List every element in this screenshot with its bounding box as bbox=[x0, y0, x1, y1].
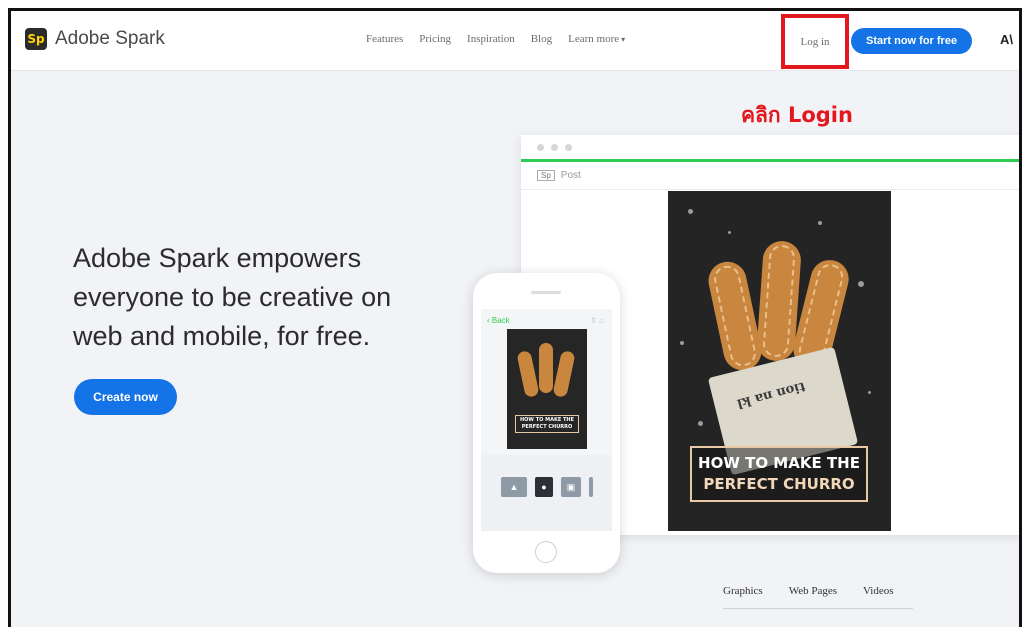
phone-screen: ‹ Back ⇪ ⌂ HOW TO MAKE THE PERFECT CHURR… bbox=[481, 309, 612, 531]
browser-frame: Sp Adobe Spark Features Pricing Inspirat… bbox=[8, 8, 1022, 627]
sugar-speck bbox=[688, 209, 693, 214]
nav-learn-more-label: Learn more bbox=[568, 33, 620, 45]
phone-mockup: ‹ Back ⇪ ⌂ HOW TO MAKE THE PERFECT CHURR… bbox=[473, 273, 620, 573]
caret-down-icon: ▾ bbox=[621, 35, 626, 44]
nav-blog[interactable]: Blog bbox=[531, 33, 552, 45]
sugar-speck bbox=[858, 281, 864, 287]
spark-post-icon: Sp bbox=[537, 170, 555, 181]
poster-title: HOW TO MAKE THE PERFECT CHURRO bbox=[690, 446, 868, 502]
phone-poster-title-line1: HOW TO MAKE THE bbox=[520, 417, 574, 423]
logo-text: Adobe Spark bbox=[55, 28, 165, 49]
window-controls bbox=[521, 135, 1019, 159]
churro-poster: tion na kl HOW TO MAKE THE PERFECT CHURR… bbox=[668, 191, 891, 531]
sugar-speck bbox=[728, 231, 731, 234]
poster-title-line1: HOW TO MAKE THE bbox=[698, 454, 860, 472]
spark-logo-icon: Sp bbox=[25, 28, 47, 50]
record-tool-icon: ● bbox=[535, 477, 553, 497]
phone-back-button: ‹ Back bbox=[487, 316, 510, 325]
phone-speaker bbox=[531, 291, 561, 294]
nav-features[interactable]: Features bbox=[366, 33, 403, 45]
phone-share-icon: ⇪ ⌂ bbox=[590, 316, 604, 325]
login-link[interactable]: Log in bbox=[800, 36, 829, 48]
more-tool-icon bbox=[589, 477, 593, 497]
window-dot-icon bbox=[565, 143, 572, 151]
adobe-logo-icon[interactable]: A\ bbox=[1000, 32, 1013, 47]
top-navbar: Sp Adobe Spark Features Pricing Inspirat… bbox=[11, 11, 1019, 71]
create-now-button[interactable]: Create now bbox=[74, 379, 177, 415]
layout-tool-icon: ▣ bbox=[561, 477, 581, 497]
window-dot-icon bbox=[551, 143, 558, 151]
post-tab: Sp Post bbox=[521, 162, 1019, 190]
poster-title-line2: PERFECT CHURRO bbox=[703, 475, 855, 493]
hero-title: Adobe Spark empowers everyone to be crea… bbox=[73, 243, 392, 351]
window-dot-icon bbox=[537, 143, 544, 151]
phone-toolbar: ▲ ● ▣ bbox=[481, 455, 612, 531]
logo[interactable]: Sp Adobe Spark bbox=[25, 28, 165, 50]
tabs-underline bbox=[723, 608, 913, 609]
phone-poster-title: HOW TO MAKE THE PERFECT CHURRO bbox=[515, 415, 579, 433]
tab-web-pages[interactable]: Web Pages bbox=[789, 585, 837, 597]
nav-learn-more[interactable]: Learn more ▾ bbox=[568, 33, 625, 45]
nav-links: Features Pricing Inspiration Blog Learn … bbox=[366, 33, 625, 45]
image-tool-icon: ▲ bbox=[501, 477, 527, 497]
sugar-speck bbox=[680, 341, 684, 345]
start-now-button[interactable]: Start now for free bbox=[851, 28, 973, 54]
phone-poster-title-line2: PERFECT CHURRO bbox=[521, 424, 573, 430]
churro-shape bbox=[704, 258, 766, 374]
sugar-speck bbox=[698, 421, 703, 426]
phone-home-button-icon bbox=[535, 541, 557, 563]
sugar-speck bbox=[818, 221, 822, 225]
churro-shape bbox=[552, 350, 576, 398]
churro-shape bbox=[539, 343, 553, 393]
nav-inspiration[interactable]: Inspiration bbox=[467, 33, 515, 45]
tab-graphics[interactable]: Graphics bbox=[723, 585, 763, 597]
phone-poster: HOW TO MAKE THE PERFECT CHURRO bbox=[507, 329, 587, 449]
nav-pricing[interactable]: Pricing bbox=[419, 33, 451, 45]
churro-shape bbox=[516, 350, 540, 398]
post-tab-label: Post bbox=[560, 170, 581, 181]
sugar-speck bbox=[868, 391, 871, 394]
tab-videos[interactable]: Videos bbox=[863, 585, 894, 597]
category-tabs: Graphics Web Pages Videos bbox=[723, 585, 894, 597]
login-highlight-box: Log in bbox=[781, 14, 849, 69]
instruction-annotation: คลิก Login bbox=[741, 103, 853, 127]
